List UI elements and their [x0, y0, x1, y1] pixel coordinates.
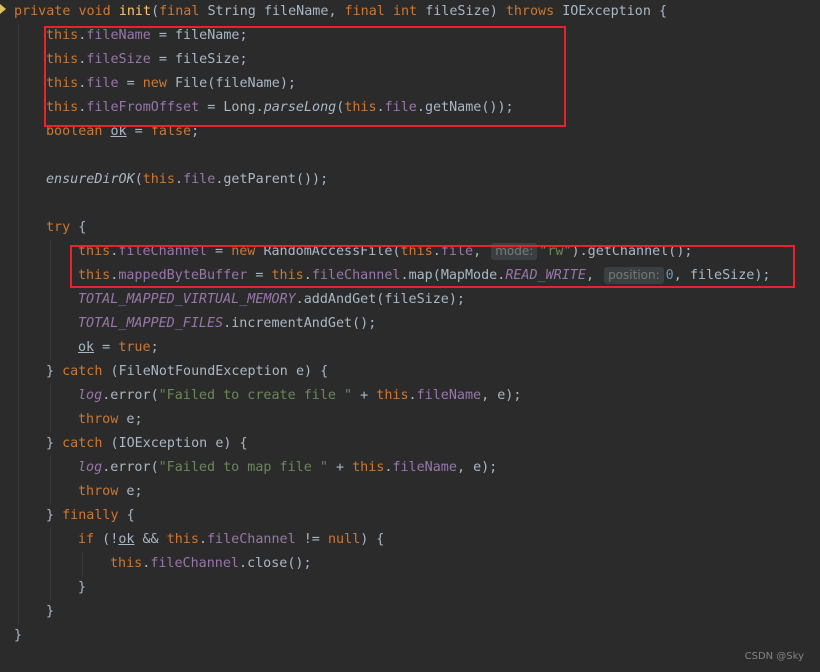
token-constant: TOTAL_MAPPED_FILES — [78, 316, 224, 331]
token-keyword: this — [166, 532, 199, 547]
token-param: fileName — [263, 4, 329, 19]
token-type: IOException — [118, 436, 208, 451]
token-keyword: int — [392, 4, 418, 19]
code-editor[interactable]: private void init(final String fileName,… — [0, 0, 820, 672]
token-variable: ok — [118, 532, 135, 547]
code-line[interactable]: ensureDirOK(this.file.getParent()); — [46, 168, 328, 192]
token-constant: log — [78, 460, 103, 475]
token-keyword: catch — [62, 364, 103, 379]
token-keyword: this — [352, 460, 385, 475]
token-variable: ok — [78, 340, 95, 355]
token-method-call: error — [110, 388, 151, 403]
indent-guide — [50, 456, 51, 504]
token-string: "Failed to create file " — [158, 388, 353, 403]
code-line[interactable]: } finally { — [46, 504, 135, 528]
token-keyword: finally — [62, 508, 119, 523]
code-line[interactable]: TOTAL_MAPPED_FILES.incrementAndGet(); — [78, 312, 376, 336]
token-param: e — [215, 436, 224, 451]
token-param: e — [497, 388, 506, 403]
code-line[interactable]: try { — [46, 216, 86, 240]
highlight-box-field-assignments — [44, 26, 566, 127]
highlight-box-channel-mapping — [70, 245, 795, 288]
token-method-call: close — [247, 556, 288, 571]
token-method-call: incrementAndGet — [231, 316, 353, 331]
token-keyword: this — [110, 556, 143, 571]
token-keyword: private — [14, 4, 71, 19]
code-line[interactable]: log.error("Failed to create file " + thi… — [78, 384, 521, 408]
code-line[interactable]: throw e; — [78, 480, 143, 504]
watermark: CSDN @Sky — [744, 651, 804, 662]
token-constant: log — [78, 388, 103, 403]
token-type: String — [207, 4, 256, 19]
token-param: fileSize — [384, 292, 449, 307]
token-param: e — [295, 364, 304, 379]
token-param: e — [126, 412, 135, 427]
token-keyword: true — [118, 340, 151, 355]
token-type: IOException — [562, 4, 651, 19]
code-line[interactable]: if (!ok && this.fileChannel != null) { — [78, 528, 384, 552]
token-field: fileName — [416, 388, 482, 403]
token-keyword: try — [46, 220, 71, 235]
token-param: e — [126, 484, 135, 499]
token-method-call: getParent — [223, 172, 296, 187]
code-line[interactable]: } — [14, 624, 22, 648]
token-param: e — [473, 460, 482, 475]
token-keyword: this — [142, 172, 175, 187]
token-keyword: this — [376, 388, 409, 403]
token-constant: TOTAL_MAPPED_VIRTUAL_MEMORY — [78, 292, 296, 307]
code-line[interactable]: private void init(final String fileName,… — [14, 0, 667, 24]
token-keyword: catch — [62, 436, 103, 451]
token-keyword: final — [344, 4, 385, 19]
indent-guide — [50, 384, 51, 432]
token-method-call: addAndGet — [303, 292, 377, 307]
token-method-call: error — [110, 460, 151, 475]
token-param: fileSize — [425, 4, 490, 19]
token-keyword: final — [159, 4, 200, 19]
indent-guide — [18, 24, 19, 624]
token-field: fileChannel — [150, 556, 239, 571]
token-static-method: ensureDirOK — [46, 172, 135, 187]
token-keyword: null — [327, 532, 361, 547]
code-line[interactable]: ok = true; — [78, 336, 159, 360]
code-line[interactable]: } — [46, 600, 54, 624]
token-string: "Failed to map file " — [158, 460, 328, 475]
code-line[interactable]: TOTAL_MAPPED_VIRTUAL_MEMORY.addAndGet(fi… — [78, 288, 465, 312]
token-keyword: throw — [78, 484, 119, 499]
token-field: file — [183, 172, 216, 187]
token-type: FileNotFoundException — [118, 364, 288, 379]
gutter-marker-icon — [0, 4, 6, 14]
token-field: fileName — [392, 460, 457, 475]
token-keyword: void — [78, 4, 111, 19]
indent-guide — [50, 240, 51, 360]
token-keyword: throw — [78, 412, 119, 427]
code-line[interactable]: throw e; — [78, 408, 143, 432]
token-field: fileChannel — [207, 532, 296, 547]
token-method: init — [118, 4, 152, 19]
code-line[interactable]: } — [78, 576, 86, 600]
token-keyword: throws — [505, 4, 555, 19]
code-line[interactable]: log.error("Failed to map file " + this.f… — [78, 456, 497, 480]
code-line[interactable]: this.fileChannel.close(); — [110, 552, 312, 576]
token-keyword: if — [78, 532, 95, 547]
indent-guide — [50, 528, 51, 600]
code-line[interactable]: } catch (FileNotFoundException e) { — [46, 360, 328, 384]
indent-guide — [82, 552, 83, 576]
code-line[interactable]: } catch (IOException e) { — [46, 432, 248, 456]
